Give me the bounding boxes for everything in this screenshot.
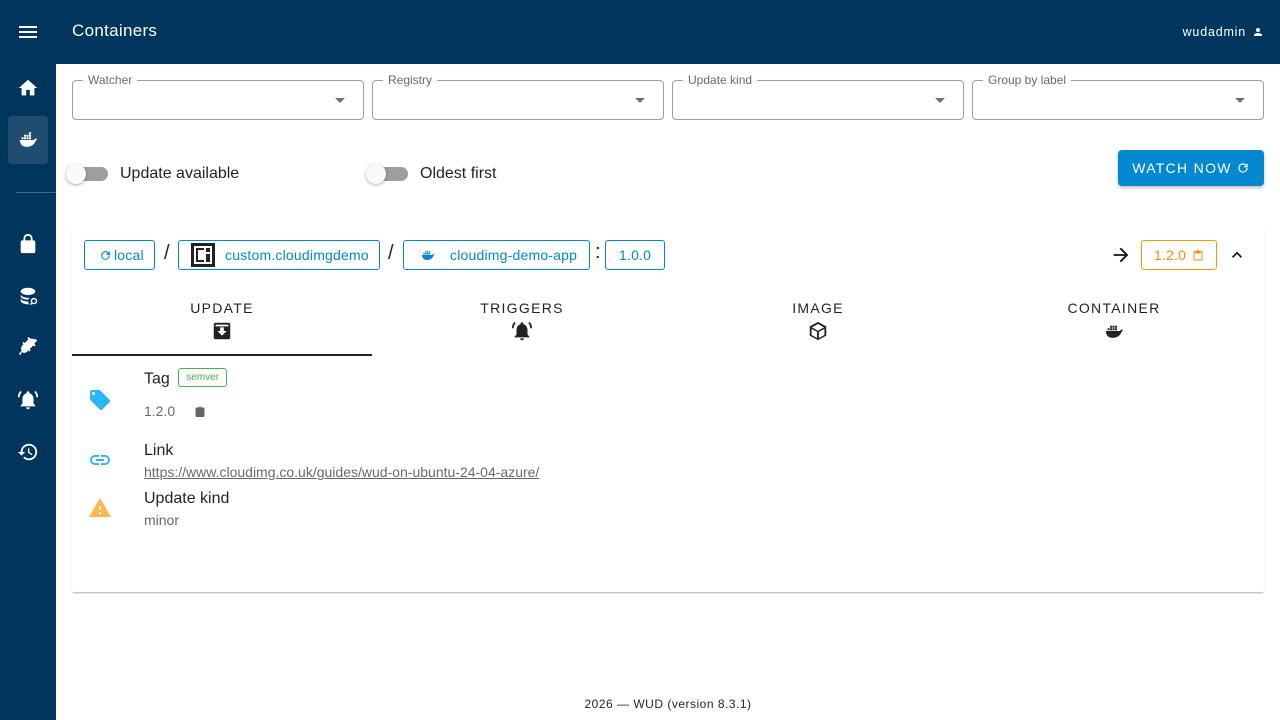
- tab-triggers[interactable]: TRIGGERS: [372, 296, 672, 356]
- docker-icon: [1105, 325, 1123, 338]
- registry-chip[interactable]: custom.cloudimgdemo: [178, 240, 380, 270]
- docker-icon: [422, 251, 435, 260]
- watcher-chip[interactable]: local: [84, 240, 155, 270]
- image-chip-label: cloudimg-demo-app: [450, 247, 578, 263]
- chevron-down-icon: [335, 98, 345, 103]
- group-by-label-select-label: Group by label: [983, 73, 1072, 87]
- update-kind-row: Update kind minor: [72, 490, 1264, 530]
- sidebar-item-history[interactable]: [8, 428, 48, 476]
- container-card: local / custom.cloudimgdemo / cloudimg-d…: [72, 226, 1264, 592]
- registry-search-icon: [20, 287, 38, 306]
- update-kind-select-label: Update kind: [683, 73, 758, 87]
- bell-ring-icon: [511, 321, 533, 341]
- registry-chip-label: custom.cloudimgdemo: [225, 247, 369, 263]
- registry-select-label: Registry: [383, 73, 438, 87]
- tag-title: Tag semver: [144, 368, 228, 389]
- semver-badge: semver: [178, 368, 228, 387]
- detail-tabs: UPDATE TRIGGERS IMAGE CONTAINER: [72, 296, 1264, 356]
- sidebar-item-notifications[interactable]: [8, 376, 48, 424]
- update-kind-select[interactable]: Update kind: [672, 73, 964, 120]
- page-title: Containers: [72, 21, 158, 40]
- switch-thumb: [66, 164, 86, 184]
- tag-value: 1.2.0: [144, 403, 176, 419]
- sidebar-item-containers[interactable]: [8, 116, 48, 164]
- chevron-up-icon[interactable]: [1227, 245, 1247, 265]
- new-tag-label: 1.2.0: [1154, 247, 1187, 263]
- tab-update[interactable]: UPDATE: [72, 296, 372, 356]
- link-title: Link: [144, 442, 174, 459]
- new-tag-chip[interactable]: 1.2.0: [1141, 240, 1218, 270]
- update-kind-title: Update kind: [144, 490, 230, 507]
- path-separator: /: [164, 242, 170, 264]
- watch-now-button[interactable]: WATCH NOW: [1118, 150, 1264, 186]
- chevron-down-icon: [1235, 98, 1245, 103]
- update-kind-value: minor: [144, 512, 180, 528]
- sidebar-divider: [16, 192, 56, 193]
- plug-icon: [18, 337, 38, 356]
- sidebar: [0, 64, 56, 720]
- group-by-label-select[interactable]: Group by label: [972, 73, 1264, 120]
- menu-icon[interactable]: [16, 20, 40, 44]
- update-box-icon: [213, 322, 231, 340]
- update-available-label: Update available: [120, 165, 240, 182]
- watch-now-label: WATCH NOW: [1132, 160, 1232, 176]
- tab-triggers-label: TRIGGERS: [480, 300, 564, 316]
- watcher-chip-label: local: [114, 247, 144, 263]
- update-available-toggle[interactable]: Update available: [66, 162, 240, 186]
- link-icon: [90, 455, 110, 465]
- current-tag-label: 1.0.0: [619, 247, 652, 263]
- tab-image[interactable]: IMAGE: [668, 296, 968, 356]
- image-chip[interactable]: cloudimg-demo-app: [403, 240, 591, 270]
- tab-update-label: UPDATE: [190, 300, 254, 316]
- home-icon: [18, 79, 38, 96]
- clipboard-icon[interactable]: [194, 405, 206, 419]
- watcher-select[interactable]: Watcher: [72, 73, 364, 120]
- tag-row: Tag semver 1.2.0: [72, 368, 1264, 424]
- bell-icon: [17, 390, 39, 410]
- tag-separator: :: [595, 241, 601, 263]
- arrow-right-icon: [1113, 247, 1129, 263]
- sidebar-item-authentications[interactable]: [8, 220, 48, 268]
- username: wudadmin: [1182, 25, 1246, 39]
- switch-thumb: [366, 164, 386, 184]
- release-link[interactable]: https://www.cloudimg.co.uk/guides/wud-on…: [144, 464, 539, 480]
- clipboard-icon: [1193, 249, 1203, 260]
- warning-icon: [89, 498, 111, 517]
- sidebar-item-registries[interactable]: [8, 272, 48, 320]
- app-bar: Containers wudadmin: [0, 0, 1280, 64]
- active-tab-indicator: [72, 354, 372, 356]
- registry-select[interactable]: Registry: [372, 73, 664, 120]
- current-tag-chip[interactable]: 1.0.0: [605, 240, 666, 270]
- path-separator: /: [388, 242, 394, 264]
- tag-icon: [90, 390, 110, 410]
- refresh-icon: [1238, 163, 1248, 173]
- footer: 2026 — WUD (version 8.3.1): [584, 697, 752, 711]
- watcher-select-label: Watcher: [83, 73, 138, 87]
- sidebar-item-home[interactable]: [8, 64, 48, 112]
- history-icon: [17, 443, 38, 461]
- refresh-icon: [101, 250, 110, 260]
- link-row: Link https://www.cloudimg.co.uk/guides/w…: [72, 442, 1264, 482]
- chevron-down-icon: [935, 98, 945, 103]
- tag-title-text: Tag: [144, 370, 170, 388]
- tab-container-label: CONTAINER: [1067, 300, 1161, 316]
- registry-logo-icon: [191, 243, 215, 267]
- oldest-first-toggle[interactable]: Oldest first: [366, 162, 497, 186]
- tab-container[interactable]: CONTAINER: [964, 296, 1264, 356]
- switch-track: [366, 164, 408, 184]
- user-menu-button[interactable]: wudadmin: [1183, 20, 1264, 44]
- sidebar-item-triggers[interactable]: [8, 324, 48, 372]
- oldest-first-label: Oldest first: [420, 165, 497, 182]
- account-icon: [1254, 28, 1262, 36]
- tab-image-label: IMAGE: [792, 300, 844, 316]
- package-icon: [809, 321, 827, 341]
- docker-icon: [19, 132, 37, 147]
- switch-track: [66, 164, 108, 184]
- chevron-down-icon: [635, 98, 645, 103]
- lock-icon: [20, 233, 36, 254]
